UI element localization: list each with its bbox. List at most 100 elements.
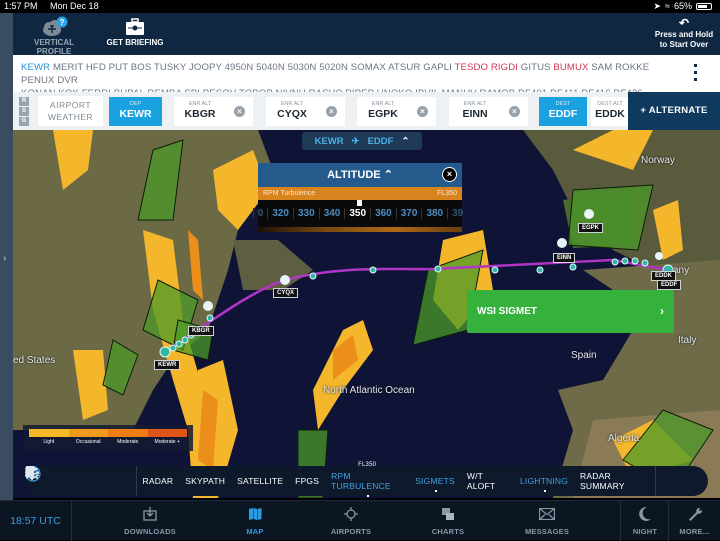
altitude-slider-handle[interactable] [357, 200, 362, 206]
map-icon [207, 505, 303, 523]
side-drawer-handle[interactable]: › [0, 13, 13, 500]
remove-kbgr-button[interactable]: × [226, 97, 253, 126]
chevron-up-icon[interactable]: ⌃ [401, 136, 409, 147]
envelope-icon [499, 505, 595, 523]
altitude-layer-info: RPM Turbulence FL350 [258, 187, 462, 200]
date: Mon Dec 18 [50, 1, 99, 11]
close-icon: × [326, 106, 337, 117]
chevron-right-icon: › [3, 253, 7, 264]
tab-map[interactable]: MAP [207, 505, 303, 536]
airport-enr-alt-4[interactable]: ENR ALT EINN [449, 97, 501, 126]
start-over-button[interactable]: ↶ Press and Hold to Start Over [654, 16, 714, 50]
alt-tick[interactable]: 39 [447, 208, 467, 219]
remove-egpk-button[interactable]: × [409, 97, 436, 126]
tab-airports[interactable]: AIRPORTS [303, 505, 399, 536]
label-italy: Italy [678, 335, 697, 346]
airport-enr-alt-2[interactable]: ENR ALT CYQX [266, 97, 318, 126]
layer-radar[interactable]: RADAR [137, 476, 180, 486]
label-spain: Spain [571, 350, 597, 361]
rsg-toggle[interactable]: R S G [19, 97, 29, 127]
tab-night[interactable]: NIGHT [621, 505, 669, 536]
tab-charts[interactable]: CHARTS [400, 505, 496, 536]
waypoint-kewr[interactable]: KEWR [154, 360, 181, 370]
add-alternate-button[interactable]: + ALTERNATE [628, 92, 720, 130]
rsg-g[interactable]: G [19, 117, 29, 126]
airport-enr-alt-1[interactable]: ENR ALT KBGR [174, 97, 226, 126]
tab-more[interactable]: MORE... [669, 505, 720, 536]
tab-messages[interactable]: MESSAGES [499, 505, 595, 536]
legend-swatch-moderate [108, 429, 148, 437]
route-string-bar[interactable]: KEWR MERIT HFD PUT BOS TUSKY JOOPY 4950N… [13, 55, 720, 112]
airport-dep[interactable]: DEP KEWR [109, 97, 162, 126]
play-icon[interactable] [25, 466, 135, 490]
altitude-panel: ALTITUDE ⌃ × RPM Turbulence FL350 0 320 … [252, 163, 463, 239]
svg-text:?: ? [60, 18, 65, 27]
waypoint-einn[interactable]: EINN [553, 253, 576, 263]
remove-einn-button[interactable]: × [501, 97, 528, 126]
download-icon [102, 505, 198, 523]
label-united-states: ed States [13, 355, 56, 366]
layer-wt-aloft[interactable]: W/T ALOFT [461, 471, 514, 491]
airport-dest[interactable]: DEST EDDF [539, 97, 587, 126]
close-icon: × [234, 106, 245, 117]
airport-weather-button[interactable]: AIRPORT WEATHER [38, 96, 103, 126]
tab-downloads[interactable]: DOWNLOADS [102, 505, 198, 536]
measure-icon[interactable] [26, 467, 79, 490]
search-icon[interactable] [26, 467, 107, 490]
wsi-sigmet-popup[interactable]: WSI SIGMET › [467, 290, 674, 333]
more-options-icon[interactable] [694, 64, 698, 85]
rsg-s[interactable]: S [19, 107, 29, 116]
alt-tick[interactable]: 0 [252, 208, 268, 219]
remove-cyqx-button[interactable]: × [318, 97, 345, 126]
waypoint-egpk[interactable]: EGPK [578, 223, 604, 233]
charts-icon [400, 505, 496, 523]
alt-tick[interactable]: 330 [293, 208, 319, 219]
legend-swatch-light [29, 429, 69, 437]
alt-tick[interactable]: 370 [395, 208, 422, 219]
bottom-tab-bar: 18:57 UTC DOWNLOADS MAP AIRPORTS CHARTS … [0, 500, 720, 541]
altitude-slider[interactable]: 0 320 330 340 350 360 370 380 39 [252, 200, 463, 227]
map-view[interactable]: Norway ed States Spain Italy Algeria Nor… [13, 130, 720, 498]
alt-tick[interactable]: 320 [267, 208, 293, 219]
legend-swatch-occasional [68, 429, 108, 437]
waypoint-eddf[interactable]: EDDF [657, 280, 682, 290]
battery-icon [696, 3, 712, 10]
close-icon[interactable]: × [442, 167, 457, 182]
utc-clock: 18:57 UTC [0, 501, 72, 541]
label-norway: Norway [641, 155, 675, 166]
alt-tick[interactable]: 340 [318, 208, 345, 219]
layer-satellite[interactable]: SATELLITE [231, 476, 289, 486]
label-ocean: North Atlantic Ocean [323, 385, 415, 396]
moon-icon [621, 505, 669, 523]
status-bar: 1:57 PM Mon Dec 18 ➤ ≈ 65% [0, 0, 720, 13]
layer-rpm-turbulence[interactable]: FL350 RPM TURBULENCE [325, 462, 409, 497]
legend-swatch-moderate-plus [147, 429, 187, 437]
top-toolbar: ? VERTICAL PROFILE GET BRIEFING ↶ Press … [13, 13, 720, 56]
close-icon: × [417, 106, 428, 117]
layer-radar-summary[interactable]: RADAR SUMMARY [574, 471, 655, 491]
map-layer-bar: RADAR SKYPATH SATELLITE FPGS FL350 RPM T… [25, 462, 708, 497]
altitude-gradient [258, 227, 462, 232]
chevron-up-icon: ⌃ [383, 169, 393, 181]
layer-skypath[interactable]: SKYPATH [179, 476, 231, 486]
alt-tick-selected[interactable]: 350 [344, 208, 370, 219]
cloud-plane-icon: ? [19, 16, 89, 38]
alt-tick[interactable]: 360 [370, 208, 396, 219]
waypoint-cyqx[interactable]: CYQX [273, 288, 299, 298]
airplane-icon: ✈ [351, 135, 360, 147]
route-summary-pill[interactable]: KEWR ✈ EDDF ⌃ [302, 132, 422, 150]
airport-icon [303, 505, 399, 523]
rsg-r[interactable]: R [19, 97, 29, 106]
turbulence-legend: Light Occasional Moderate Moderate + [23, 425, 193, 451]
airport-enr-alt-3[interactable]: ENR ALT EGPK [357, 97, 409, 126]
waypoint-kbgr[interactable]: KBGR [188, 326, 214, 336]
briefcase-icon [105, 16, 165, 38]
alt-tick[interactable]: 380 [421, 208, 447, 219]
altitude-header[interactable]: ALTITUDE ⌃ × [258, 163, 462, 187]
get-briefing-button[interactable]: GET BRIEFING [105, 16, 165, 47]
layer-sigmets[interactable]: SIGMETS [409, 476, 461, 492]
layer-lightning[interactable]: LIGHTNING [514, 476, 574, 492]
vertical-profile-button[interactable]: ? VERTICAL PROFILE [19, 16, 89, 56]
airport-dest-alt[interactable]: DEST ALT EDDK [591, 97, 629, 126]
layer-fpgs[interactable]: FPGS [289, 476, 325, 486]
